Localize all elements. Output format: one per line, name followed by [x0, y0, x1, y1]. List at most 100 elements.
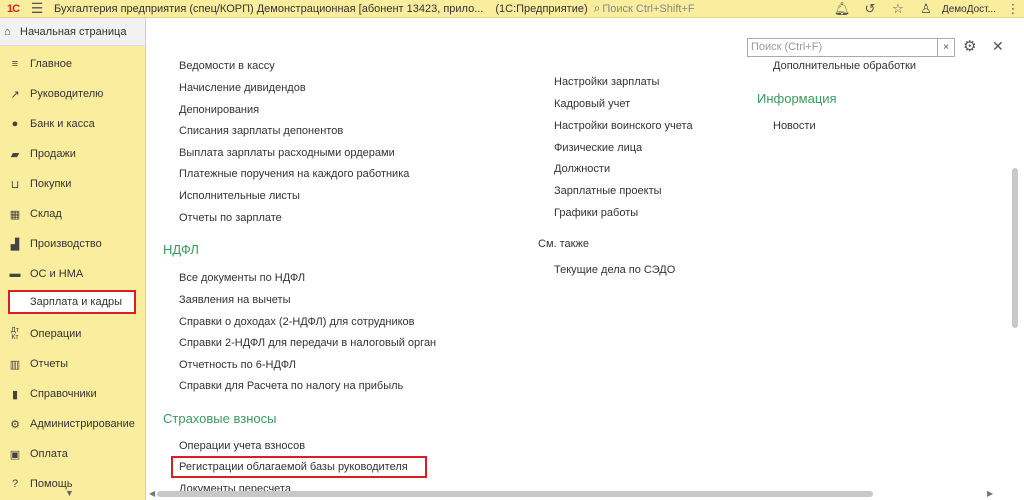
link-income-certificates[interactable]: Справки о доходах (2-НДФЛ) для сотрудник…: [179, 316, 415, 328]
link-individuals[interactable]: Физические лица: [554, 142, 642, 154]
link-hr-records[interactable]: Кадровый учет: [554, 98, 630, 110]
link-sedo-tasks[interactable]: Текущие дела по СЭДО: [554, 264, 675, 276]
window-title: Бухгалтерия предприятия (спец/КОРП) Демо…: [54, 2, 484, 15]
sidebar-item-payment[interactable]: ▣ Оплата: [0, 440, 146, 468]
horizontal-scrollbar[interactable]: [147, 490, 1007, 498]
link-dividends[interactable]: Начисление дивидендов: [179, 82, 306, 94]
sidebar-item-label: Продажи: [30, 148, 76, 160]
factory-icon: ▟: [10, 238, 20, 251]
global-search-input[interactable]: ⌕ Поиск Ctrl+Shift+F: [594, 1, 800, 17]
sidebar-item-label: Отчеты: [30, 358, 69, 370]
sidebar-item-reports[interactable]: ▥ Отчеты: [0, 350, 146, 378]
link-salary-settings[interactable]: Настройки зарплаты: [554, 76, 659, 88]
scroll-right-icon[interactable]: ▶: [987, 489, 993, 498]
link-6ndfl-reporting[interactable]: Отчетность по 6-НДФЛ: [179, 359, 296, 371]
dt-kt-icon: Дт Кт: [11, 327, 19, 341]
question-icon: ?: [11, 478, 19, 490]
link-ndfl-all-docs[interactable]: Все документы по НДФЛ: [179, 272, 305, 284]
sidebar-item-label: Оплата: [30, 448, 68, 460]
section-panel: Ведомости в кассу Начисление дивидендов …: [147, 18, 1024, 500]
home-tab-label: Начальная страница: [20, 25, 127, 38]
sidebar-item-label: Главное: [30, 58, 73, 70]
sidebar-item-catalogs[interactable]: ▮ Справочники: [0, 380, 146, 408]
bag-icon: ▰: [10, 148, 20, 161]
app-name: (1С:Предприятие): [495, 2, 588, 15]
sidebar-item-operations[interactable]: Дт Кт Операции: [0, 320, 146, 348]
menu-lines-icon: ≡: [11, 58, 19, 70]
close-icon[interactable]: ✕: [992, 38, 1004, 55]
sidebar-item-sales[interactable]: ▰ Продажи: [0, 140, 146, 168]
sidebar-item-main[interactable]: ≡ Главное: [0, 50, 146, 78]
sidebar-item-label: Справочники: [30, 388, 97, 400]
sidebar-item-salary[interactable]: Зарплата и кадры: [0, 288, 146, 316]
user-icon[interactable]: ♙: [912, 1, 940, 17]
sidebar-item-label: Зарплата и кадры: [30, 296, 123, 308]
link-manager-base-registration[interactable]: Регистрации облагаемой базы руководителя: [179, 461, 408, 473]
link-news[interactable]: Новости: [773, 120, 816, 132]
sidebar-item-purchases[interactable]: ⊔ Покупки: [0, 170, 146, 198]
sidebar-item-admin[interactable]: ⚙ Администрирование: [0, 410, 146, 438]
panel-search-input[interactable]: Поиск (Ctrl+F): [747, 38, 955, 57]
link-cash-statements[interactable]: Ведомости в кассу: [179, 60, 275, 72]
sidebar-item-manager[interactable]: ↗ Руководителю: [0, 80, 146, 108]
sidebar-item-bank[interactable]: ● Банк и касса: [0, 110, 146, 138]
sidebar-item-label: Руководителю: [30, 88, 104, 100]
coin-icon: ●: [11, 118, 19, 130]
main-menu-icon[interactable]: ☰: [26, 0, 48, 17]
books-icon: ▮: [11, 388, 19, 401]
sidebar: ⌂ Начальная страница ≡ Главное ↗ Руковод…: [0, 18, 146, 500]
clear-icon[interactable]: ×: [937, 38, 955, 57]
app-logo: 1С: [6, 2, 20, 15]
sidebar-item-fixed-assets[interactable]: ▬ ОС и НМА: [0, 260, 146, 288]
sidebar-item-production[interactable]: ▟ Производство: [0, 230, 146, 258]
sidebar-scroll-down-icon[interactable]: ▼: [65, 488, 74, 498]
sidebar-item-label: ОС и НМА: [30, 268, 84, 280]
cart-icon: ⊔: [10, 178, 20, 191]
more-menu-icon[interactable]: ⋮: [1002, 1, 1024, 17]
title-bar: 1С ☰ Бухгалтерия предприятия (спец/КОРП)…: [0, 0, 1024, 18]
link-deposits[interactable]: Депонирования: [179, 104, 259, 116]
sidebar-item-label: Операции: [30, 328, 82, 340]
trend-icon: ↗: [10, 88, 20, 101]
global-search-placeholder: Поиск Ctrl+Shift+F: [602, 2, 695, 15]
bell-icon[interactable]: 🔔︎: [828, 1, 856, 17]
link-salary-projects[interactable]: Зарплатные проекты: [554, 185, 662, 197]
link-work-schedules[interactable]: Графики работы: [554, 207, 638, 219]
link-profit-tax-certificates[interactable]: Справки для Расчета по налогу на прибыль: [179, 380, 403, 392]
link-salary-reports[interactable]: Отчеты по зарплате: [179, 212, 282, 224]
sidebar-item-label: Банк и касса: [30, 118, 95, 130]
home-tab[interactable]: ⌂ Начальная страница: [0, 18, 145, 46]
link-payment-orders[interactable]: Платежные поручения на каждого работника: [179, 168, 409, 180]
sidebar-item-warehouse[interactable]: ▦ Склад: [0, 200, 146, 228]
link-cash-payouts[interactable]: Выплата зарплаты расходными ордерами: [179, 147, 395, 159]
history-icon[interactable]: ↺: [856, 1, 884, 17]
warehouse-icon: ▦: [9, 208, 21, 221]
scrollbar-thumb[interactable]: [1012, 168, 1018, 328]
scroll-left-icon[interactable]: ◀: [149, 489, 155, 498]
truck-icon: ▬: [9, 268, 21, 280]
user-name[interactable]: ДемоДост...: [942, 4, 996, 15]
link-tax-office-certificates[interactable]: Справки 2-НДФЛ для передачи в налоговый …: [179, 337, 436, 349]
sidebar-item-label: Покупки: [30, 178, 72, 190]
sidebar-item-label: Администрирование: [30, 418, 135, 430]
gear-icon: ⚙: [10, 418, 20, 431]
vertical-scrollbar[interactable]: [1011, 58, 1019, 498]
section-header-info: Информация: [757, 91, 837, 106]
section-header-insurance: Страховые взносы: [163, 411, 277, 426]
link-insurance-operations[interactable]: Операции учета взносов: [179, 440, 305, 452]
bar-chart-icon: ▥: [9, 358, 21, 371]
link-extra-processing[interactable]: Дополнительные обработки: [773, 60, 916, 72]
settings-gear-icon[interactable]: ⚙: [963, 37, 976, 55]
sidebar-item-label: Производство: [30, 238, 102, 250]
link-military-settings[interactable]: Настройки воинского учета: [554, 120, 693, 132]
link-writs[interactable]: Исполнительные листы: [179, 190, 300, 202]
link-deposit-writeoffs[interactable]: Списания зарплаты депонентов: [179, 125, 343, 137]
scrollbar-thumb[interactable]: [157, 491, 873, 497]
link-positions[interactable]: Должности: [554, 163, 610, 175]
see-also-label: См. также: [538, 238, 589, 250]
payment-icon: ▣: [9, 448, 21, 461]
star-icon[interactable]: ☆: [884, 1, 912, 17]
search-icon: ⌕: [593, 1, 601, 15]
home-icon: ⌂: [4, 25, 11, 38]
link-deduction-claims[interactable]: Заявления на вычеты: [179, 294, 291, 306]
